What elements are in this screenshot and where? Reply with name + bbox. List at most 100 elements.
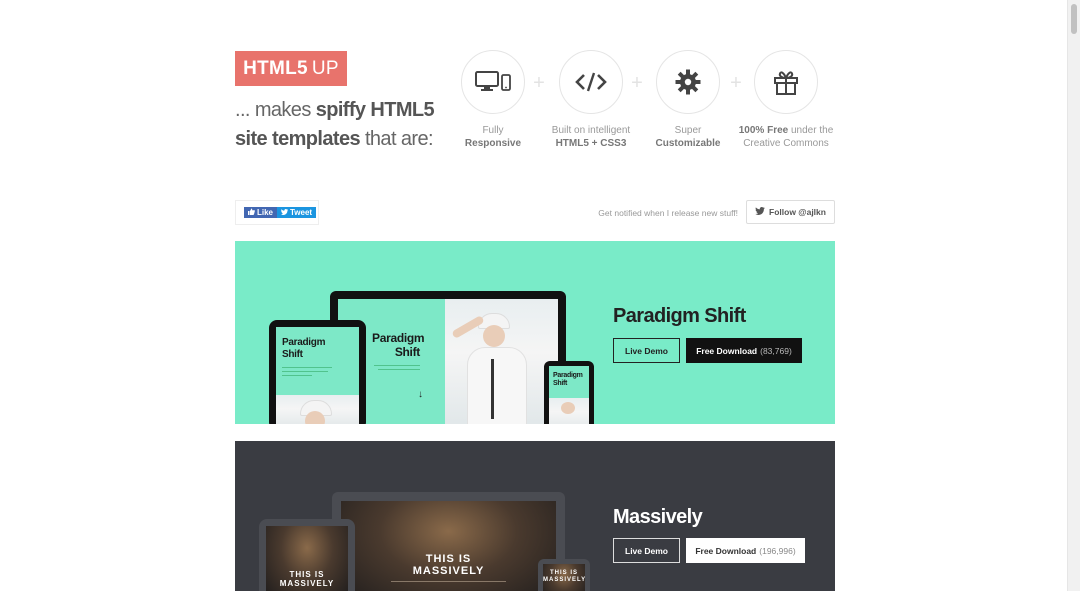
free-download-label: Free Download bbox=[696, 345, 758, 356]
gear-icon bbox=[675, 69, 701, 95]
tablet-screen: THIS IS MASSIVELY bbox=[266, 526, 348, 591]
feature-circle bbox=[656, 50, 720, 114]
screen-title-line1: Paradigm bbox=[553, 372, 583, 379]
screen-title-line1: Paradigm bbox=[282, 337, 326, 348]
code-icon bbox=[575, 71, 607, 93]
screen-text-line bbox=[378, 369, 420, 370]
feature-customizable: Super Customizable bbox=[638, 50, 738, 150]
zipper-shape bbox=[491, 359, 494, 419]
template-title: Massively bbox=[613, 506, 703, 528]
phone-screen: THIS IS MASSIVELY bbox=[543, 564, 585, 591]
screen-title-line1: Paradigm bbox=[372, 331, 425, 345]
notify-text: Get notified when I release new stuff! bbox=[598, 208, 738, 218]
free-download-button[interactable]: Free Download (83,769) bbox=[686, 338, 802, 363]
page-scrollbar[interactable] bbox=[1067, 0, 1080, 591]
screen-title-line2: Shift bbox=[553, 380, 568, 387]
face-shape bbox=[483, 325, 505, 347]
share-widget: Like Tweet bbox=[235, 200, 319, 225]
free-download-button[interactable]: Free Download (196,996) bbox=[686, 538, 805, 563]
screen-title-line2: MASSIVELY bbox=[543, 577, 585, 583]
tablet-mockup: Paradigm Shift bbox=[269, 320, 366, 424]
tweet-button[interactable]: Tweet bbox=[277, 207, 317, 218]
template-card-paradigm-shift[interactable]: Paradigm Shift ↓ Paradigm Shift Paradigm… bbox=[235, 241, 835, 424]
live-demo-button[interactable]: Live Demo bbox=[613, 338, 680, 363]
live-demo-button[interactable]: Live Demo bbox=[613, 538, 680, 563]
tablet-mockup: THIS IS MASSIVELY bbox=[259, 519, 355, 591]
twitter-bird-icon bbox=[281, 207, 289, 218]
feature-caption-line2: Customizable bbox=[655, 138, 721, 149]
feature-caption: Built on intelligent HTML5 + CSS3 bbox=[541, 124, 641, 150]
monitor-screen-photo bbox=[445, 299, 558, 424]
face-shape bbox=[305, 411, 325, 424]
feature-caption-line2: Creative Commons bbox=[743, 138, 829, 149]
live-demo-label: Live Demo bbox=[625, 545, 668, 556]
template-actions: Live Demo Free Download (196,996) bbox=[613, 538, 805, 563]
screen-title-line2: Shift bbox=[282, 349, 303, 360]
social-bar: Like Tweet Get notified when I release n… bbox=[235, 200, 835, 225]
twitter-follow-button[interactable]: Follow @ajlkn bbox=[746, 200, 835, 224]
share-buttons: Like Tweet bbox=[244, 207, 317, 218]
twitter-bird-icon bbox=[755, 207, 765, 217]
download-count: (196,996) bbox=[759, 545, 796, 556]
screen-title-line2: MASSIVELY bbox=[412, 565, 485, 577]
feature-html5: Built on intelligent HTML5 + CSS3 bbox=[541, 50, 641, 150]
phone-screen-photo bbox=[549, 398, 589, 424]
screen-title: Paradigm Shift bbox=[372, 331, 425, 359]
phone-mockup: THIS IS MASSIVELY bbox=[538, 559, 590, 591]
tablet-screen: Paradigm Shift bbox=[276, 327, 359, 395]
template-card-massively[interactable]: THIS IS MASSIVELY THIS IS MASSIVELY THIS… bbox=[235, 441, 835, 591]
download-count: (83,769) bbox=[760, 345, 792, 356]
body-shape bbox=[467, 347, 527, 424]
feature-caption: Super Customizable bbox=[638, 124, 738, 150]
tablet-screen-photo bbox=[276, 395, 359, 424]
template-actions: Live Demo Free Download (83,769) bbox=[613, 338, 802, 363]
feature-circle bbox=[754, 50, 818, 114]
tagline-part-b: spiffy HTML5 bbox=[315, 99, 435, 121]
feature-caption-line2: HTML5 + CSS3 bbox=[555, 138, 627, 149]
devices-icon bbox=[475, 71, 511, 93]
like-label: Like bbox=[257, 208, 274, 217]
free-download-label: Free Download bbox=[695, 545, 757, 556]
tagline-part-c: site templates bbox=[235, 128, 361, 150]
facebook-like-button[interactable]: Like bbox=[244, 207, 278, 218]
feature-circle bbox=[461, 50, 525, 114]
logo-main-text: HTML5 bbox=[243, 57, 308, 79]
template-title: Paradigm Shift bbox=[613, 305, 746, 327]
screen-title: THIS IS MASSIVELY bbox=[341, 553, 556, 577]
scrollbar-thumb[interactable] bbox=[1071, 4, 1077, 34]
feature-circle bbox=[559, 50, 623, 114]
screen-title-line1: THIS IS bbox=[289, 570, 325, 579]
screen-text-line bbox=[374, 365, 420, 366]
follow-label: Follow @ajlkn bbox=[769, 207, 826, 217]
screen-text-line bbox=[282, 367, 332, 368]
live-demo-label: Live Demo bbox=[625, 345, 668, 356]
monitor-mockup: THIS IS MASSIVELY bbox=[332, 492, 565, 591]
face-shape bbox=[561, 402, 575, 414]
phone-screen: Paradigm Shift bbox=[549, 366, 589, 398]
site-logo[interactable]: HTML5 UP bbox=[235, 51, 347, 86]
tagline-part-d: that are: bbox=[360, 128, 434, 150]
screen-title-line2: Shift bbox=[394, 345, 420, 359]
thumbs-up-icon bbox=[248, 207, 255, 218]
screen-text-line bbox=[391, 581, 506, 582]
logo-up-text: UP bbox=[311, 57, 339, 79]
phone-mockup: Paradigm Shift bbox=[544, 361, 594, 424]
feature-responsive: Fully Responsive bbox=[443, 50, 543, 150]
tagline-part-a: ... makes bbox=[235, 99, 316, 121]
screen-title-line1: THIS IS bbox=[425, 553, 472, 565]
feature-caption-line1: Built on intelligent bbox=[551, 125, 631, 136]
screen-title: Paradigm Shift bbox=[553, 372, 583, 388]
tweet-label: Tweet bbox=[290, 208, 313, 217]
feature-caption-line2: Responsive bbox=[464, 138, 522, 149]
monitor-screen: THIS IS MASSIVELY bbox=[341, 501, 556, 591]
feature-free: 100% Free under the Creative Commons bbox=[736, 50, 836, 150]
feature-caption: Fully Responsive bbox=[443, 124, 543, 150]
feature-caption-bold: 100% Free bbox=[738, 125, 789, 136]
gift-icon bbox=[772, 68, 800, 96]
feature-caption-line1: Super bbox=[674, 125, 702, 136]
screen-title-line1: THIS IS bbox=[549, 570, 578, 576]
arrow-down-icon: ↓ bbox=[418, 389, 423, 400]
feature-caption-line1: under the bbox=[788, 125, 834, 136]
site-tagline: ... makes spiffy HTML5 site templates th… bbox=[235, 96, 455, 154]
screen-title: Paradigm Shift bbox=[282, 337, 325, 361]
